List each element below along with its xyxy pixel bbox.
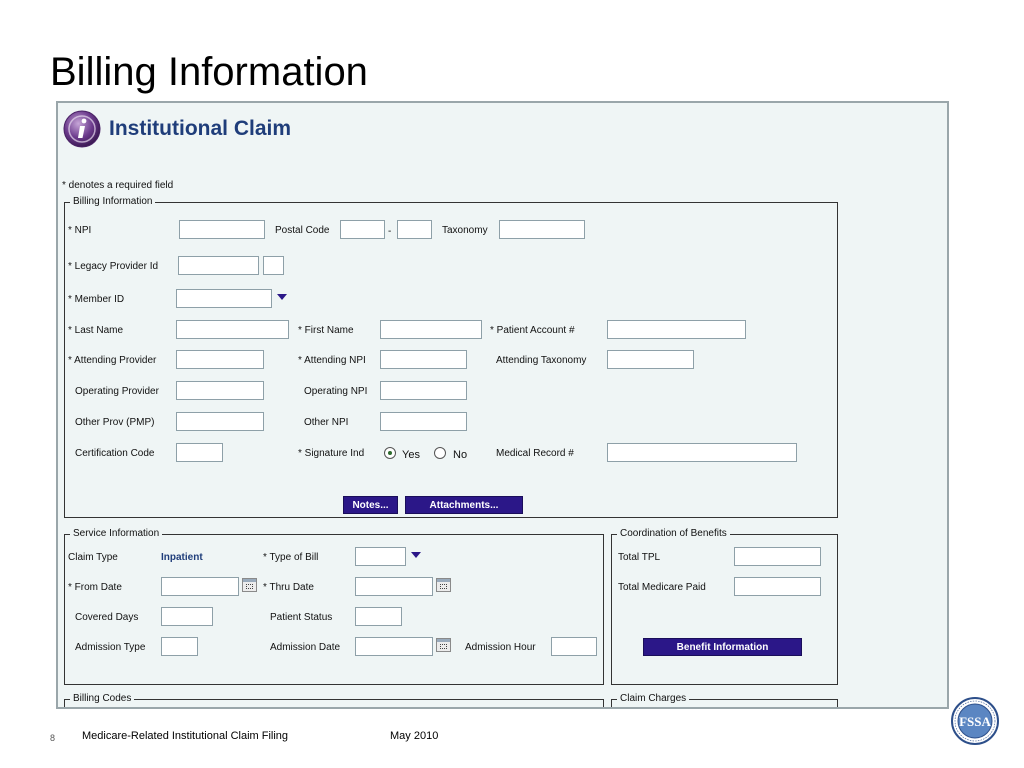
total-tpl-label: Total TPL	[618, 552, 661, 563]
certification-code-input[interactable]	[176, 443, 223, 462]
footer-page-number: 8	[50, 733, 56, 743]
taxonomy-input[interactable]	[499, 220, 585, 239]
operating-provider-input[interactable]	[176, 381, 264, 400]
thru-date-label: * Thru Date	[263, 582, 314, 593]
postal-code-ext-input[interactable]	[397, 220, 432, 239]
attending-provider-label: * Attending Provider	[68, 355, 157, 366]
patient-account-label: * Patient Account #	[490, 325, 575, 336]
signature-no-label: No	[453, 449, 468, 461]
attending-npi-input[interactable]	[380, 350, 467, 369]
taxonomy-label: Taxonomy	[442, 225, 488, 236]
svg-text:FSSA: FSSA	[959, 714, 991, 729]
admission-hour-input[interactable]	[551, 637, 597, 656]
attending-npi-label: * Attending NPI	[298, 355, 366, 366]
covered-days-label: Covered Days	[75, 612, 139, 623]
admission-date-calendar-icon[interactable]	[436, 638, 451, 652]
footer-date: May 2010	[390, 730, 439, 742]
total-medicare-paid-label: Total Medicare Paid	[618, 582, 706, 593]
first-name-label: * First Name	[298, 325, 354, 336]
signature-no-radio[interactable]	[434, 447, 446, 459]
claim-form-screenshot: Institutional Claim * denotes a required…	[56, 101, 949, 709]
footer-text: Medicare-Related Institutional Claim Fil…	[82, 730, 289, 742]
required-note: * denotes a required field	[62, 180, 174, 191]
admission-hour-label: Admission Hour	[465, 642, 536, 653]
medical-record-input[interactable]	[607, 443, 797, 462]
legacy-provider-id-suffix-input[interactable]	[263, 256, 284, 275]
type-of-bill-input[interactable]	[355, 547, 406, 566]
service-information-group: Service Information	[64, 527, 604, 685]
claim-charges-legend: Claim Charges	[617, 692, 690, 706]
billing-codes-group: Billing Codes	[64, 692, 604, 707]
attachments-button[interactable]: Attachments...	[405, 496, 523, 514]
slide-title: Billing Information	[50, 50, 368, 94]
signature-yes-radio[interactable]	[384, 447, 396, 459]
patient-status-input[interactable]	[355, 607, 402, 626]
type-of-bill-dropdown-icon[interactable]	[411, 552, 421, 558]
from-date-calendar-icon[interactable]	[242, 578, 257, 592]
npi-input[interactable]	[179, 220, 265, 239]
certification-code-label: Certification Code	[75, 448, 155, 459]
last-name-input[interactable]	[176, 320, 289, 339]
total-medicare-paid-input[interactable]	[734, 577, 821, 596]
last-name-label: * Last Name	[68, 325, 124, 336]
claim-type-value: Inpatient	[161, 552, 203, 563]
attending-taxonomy-label: Attending Taxonomy	[496, 355, 587, 366]
attending-provider-input[interactable]	[176, 350, 264, 369]
patient-status-label: Patient Status	[270, 612, 333, 623]
thru-date-calendar-icon[interactable]	[436, 578, 451, 592]
first-name-input[interactable]	[380, 320, 482, 339]
notes-button[interactable]: Notes...	[343, 496, 398, 514]
admission-type-label: Admission Type	[75, 642, 146, 653]
from-date-input[interactable]	[161, 577, 239, 596]
member-id-dropdown-icon[interactable]	[277, 294, 287, 300]
admission-date-input[interactable]	[355, 637, 433, 656]
legacy-provider-id-input[interactable]	[178, 256, 259, 275]
operating-provider-label: Operating Provider	[75, 386, 159, 397]
operating-npi-label: Operating NPI	[304, 386, 368, 397]
fssa-seal-icon: FSSA	[951, 697, 999, 745]
thru-date-input[interactable]	[355, 577, 433, 596]
from-date-label: * From Date	[68, 582, 122, 593]
signature-ind-label: * Signature Ind	[298, 448, 365, 459]
admission-type-input[interactable]	[161, 637, 198, 656]
postal-code-label: Postal Code	[275, 225, 330, 236]
patient-account-input[interactable]	[607, 320, 746, 339]
admission-date-label: Admission Date	[270, 642, 341, 653]
member-id-label: * Member ID	[68, 294, 125, 305]
claim-type-label: Claim Type	[68, 552, 118, 563]
billing-information-legend: Billing Information	[70, 195, 156, 209]
postal-code-input[interactable]	[340, 220, 385, 239]
billing-codes-legend: Billing Codes	[70, 692, 135, 706]
type-of-bill-label: * Type of Bill	[263, 552, 319, 563]
attending-taxonomy-input[interactable]	[607, 350, 694, 369]
other-prov-input[interactable]	[176, 412, 264, 431]
other-npi-input[interactable]	[380, 412, 467, 431]
other-npi-label: Other NPI	[304, 417, 349, 428]
benefit-information-button[interactable]: Benefit Information	[643, 638, 802, 656]
other-prov-label: Other Prov (PMP)	[75, 417, 155, 428]
coordination-of-benefits-legend: Coordination of Benefits	[617, 527, 730, 541]
operating-npi-input[interactable]	[380, 381, 467, 400]
claim-charges-group: Claim Charges	[611, 692, 838, 707]
postal-code-separator: -	[388, 226, 392, 237]
info-i-icon	[63, 110, 101, 148]
form-heading: Institutional Claim	[109, 117, 292, 140]
service-information-legend: Service Information	[70, 527, 163, 541]
medical-record-label: Medical Record #	[496, 448, 574, 459]
legacy-provider-id-label: * Legacy Provider Id	[68, 261, 159, 272]
total-tpl-input[interactable]	[734, 547, 821, 566]
member-id-input[interactable]	[176, 289, 272, 308]
covered-days-input[interactable]	[161, 607, 213, 626]
signature-yes-label: Yes	[402, 449, 420, 461]
npi-label: * NPI	[68, 225, 92, 236]
